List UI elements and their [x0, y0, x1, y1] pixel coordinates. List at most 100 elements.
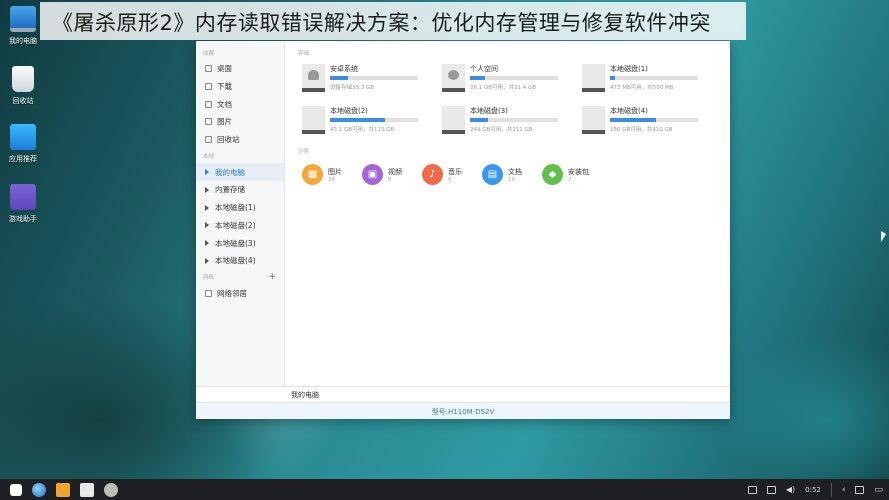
chevron-right-icon[interactable]	[205, 240, 209, 247]
category-name: 文档	[508, 167, 522, 176]
volume-icon[interactable]: ◀)	[786, 485, 795, 494]
disk-grid: 安卓系统 设备存储33.3 GB 个人空间 26.1 GB可用，共31.4 GB…	[302, 64, 730, 137]
disk-local-4[interactable]: 本地磁盘(4) 150 GB可用，共310 GB	[582, 106, 722, 137]
usage-bar	[610, 118, 698, 122]
app-store-icon	[10, 124, 36, 150]
sidebar-item-label: 我的电脑	[215, 167, 245, 177]
usage-bar-fill	[610, 76, 616, 80]
back-icon[interactable]: ‹	[842, 485, 846, 495]
disk-name: 本地磁盘(4)	[610, 107, 648, 115]
category-name: 音乐	[448, 167, 462, 176]
sidebar-item-documents[interactable]: 文档	[196, 95, 284, 113]
sidebar-item-downloads[interactable]: 下载	[196, 78, 284, 96]
category-row: ▦ 图片 34 ▣ 视频 0 ♪ 音乐 0 ▤ 文档 10 ◆ 安装包 7	[302, 164, 730, 185]
package-category-icon: ◆	[542, 164, 563, 185]
sidebar-section-local: 本地	[196, 148, 284, 163]
start-menu-icon[interactable]	[10, 483, 22, 496]
sidebar-item-disk-2[interactable]: 本地磁盘(2)	[196, 217, 284, 235]
sidebar-item-my-computer[interactable]: 我的电脑	[196, 163, 284, 182]
sidebar-item-label: 本地磁盘(1)	[215, 203, 256, 213]
disk-capacity: 设备存储33.3 GB	[330, 85, 375, 91]
trash-icon	[205, 136, 212, 144]
sidebar-item-label: 下载	[217, 82, 232, 92]
desktop-icon-app-store[interactable]: 应用推荐	[4, 124, 42, 164]
usage-bar	[330, 76, 418, 80]
keyboard-icon[interactable]	[747, 485, 757, 494]
banner-text: 《屠杀原形2》内存读取错误解决方案：优化内存管理与修复软件冲突	[52, 11, 711, 35]
category-documents[interactable]: ▤ 文档 10	[482, 164, 542, 185]
usage-bar-fill	[610, 118, 656, 122]
chevron-right-icon[interactable]	[205, 204, 209, 211]
category-videos[interactable]: ▣ 视频 0	[362, 164, 422, 185]
sidebar-section-network: 网络 +	[196, 270, 284, 285]
taskbar: ◀) 0:52 ‹ ▭	[0, 479, 889, 500]
sidebar-item-label: 文档	[217, 99, 232, 109]
home-icon[interactable]	[855, 485, 865, 494]
status-bar: 我的电脑	[196, 386, 730, 402]
disk-android-system[interactable]: 安卓系统 设备存储33.3 GB	[302, 64, 442, 95]
device-model-footer: 型号:H110M-DS2V	[196, 402, 730, 419]
category-packages[interactable]: ◆ 安装包 7	[542, 164, 602, 185]
browser-icon[interactable]	[32, 482, 46, 497]
document-editor-icon[interactable]	[80, 482, 94, 497]
disk-capacity: 150 GB可用，共310 GB	[610, 127, 673, 133]
disk-capacity: 26.1 GB可用，共31.4 GB	[470, 85, 537, 91]
disk-personal-space[interactable]: 个人空间 26.1 GB可用，共31.4 GB	[442, 64, 582, 95]
settings-gear-icon[interactable]	[104, 482, 118, 497]
sidebar-item-label: 本地磁盘(4)	[215, 256, 256, 266]
category-name: 安装包	[568, 167, 589, 176]
sidebar-item-desktop[interactable]: 桌面	[196, 60, 284, 78]
add-network-button[interactable]: +	[268, 272, 276, 282]
desktop-icon-game-assistant[interactable]: 游戏助手	[4, 184, 42, 224]
network-status-icon[interactable]	[766, 485, 776, 494]
recent-apps-icon[interactable]: ▭	[874, 485, 883, 495]
sidebar-item-internal-storage[interactable]: 内置存储	[196, 181, 284, 199]
clock[interactable]: 0:52	[805, 486, 821, 494]
sidebar-item-label: 内置存储	[215, 185, 245, 195]
usage-bar	[330, 118, 418, 122]
category-name: 视频	[388, 167, 402, 176]
chevron-right-icon[interactable]	[205, 169, 209, 176]
disk-local-2[interactable]: 本地磁盘(2) 43.1 GB可用，共115 GB	[302, 106, 442, 137]
section-label: 网络	[203, 275, 215, 282]
category-count: 34	[328, 176, 335, 183]
file-manager-icon[interactable]	[56, 482, 70, 497]
sidebar-item-pictures[interactable]: 图片	[196, 113, 284, 131]
usage-bar	[470, 76, 558, 80]
desktop-icon-recycle-bin[interactable]: 回收站	[4, 66, 42, 106]
section-label: 存储	[298, 50, 310, 57]
disk-local-1[interactable]: 本地磁盘(1) 472 MB可用，共500 MB	[582, 64, 722, 95]
disk-capacity: 43.1 GB可用，共115 GB	[330, 127, 395, 133]
category-music[interactable]: ♪ 音乐 0	[422, 164, 482, 185]
video-category-icon: ▣	[362, 164, 383, 185]
status-text: 我的电脑	[291, 391, 319, 399]
sidebar-item-disk-3[interactable]: 本地磁盘(3)	[196, 234, 284, 252]
sidebar-item-network-neighborhood[interactable]: 网络邻居	[196, 285, 284, 303]
file-manager-window: 收藏 桌面 下载 文档 图片 回收站 本地 我的电脑 内置存储 本地磁盘(1) …	[196, 41, 730, 419]
document-category-icon: ▤	[482, 164, 503, 185]
category-count: 0	[448, 176, 452, 183]
sidebar-item-disk-1[interactable]: 本地磁盘(1)	[196, 199, 284, 217]
chevron-right-icon[interactable]	[205, 186, 209, 193]
section-label: 本地	[203, 153, 215, 160]
section-label: 收藏	[203, 50, 215, 57]
mouse-cursor-icon	[881, 231, 886, 242]
chevron-right-icon[interactable]	[205, 257, 209, 264]
chevron-right-icon[interactable]	[205, 222, 209, 229]
game-assistant-icon	[10, 184, 36, 210]
hard-drive-icon	[302, 106, 325, 134]
trash-icon	[12, 66, 34, 92]
category-images[interactable]: ▦ 图片 34	[302, 164, 362, 185]
usage-bar	[470, 118, 558, 122]
sidebar: 收藏 桌面 下载 文档 图片 回收站 本地 我的电脑 内置存储 本地磁盘(1) …	[196, 41, 285, 386]
category-count: 7	[568, 176, 572, 183]
disk-capacity: 472 MB可用，共500 MB	[610, 85, 674, 91]
disk-local-3[interactable]: 本地磁盘(3) 249 GB可用，共311 GB	[442, 106, 582, 137]
music-category-icon: ♪	[422, 164, 443, 185]
category-section-label: 分类	[298, 145, 730, 156]
sidebar-item-recycle-bin[interactable]: 回收站	[196, 131, 284, 149]
usage-bar-fill	[470, 76, 485, 80]
sidebar-item-disk-4[interactable]: 本地磁盘(4)	[196, 252, 284, 270]
section-label: 分类	[298, 148, 310, 155]
desktop-icon-label: 游戏助手	[9, 215, 37, 223]
